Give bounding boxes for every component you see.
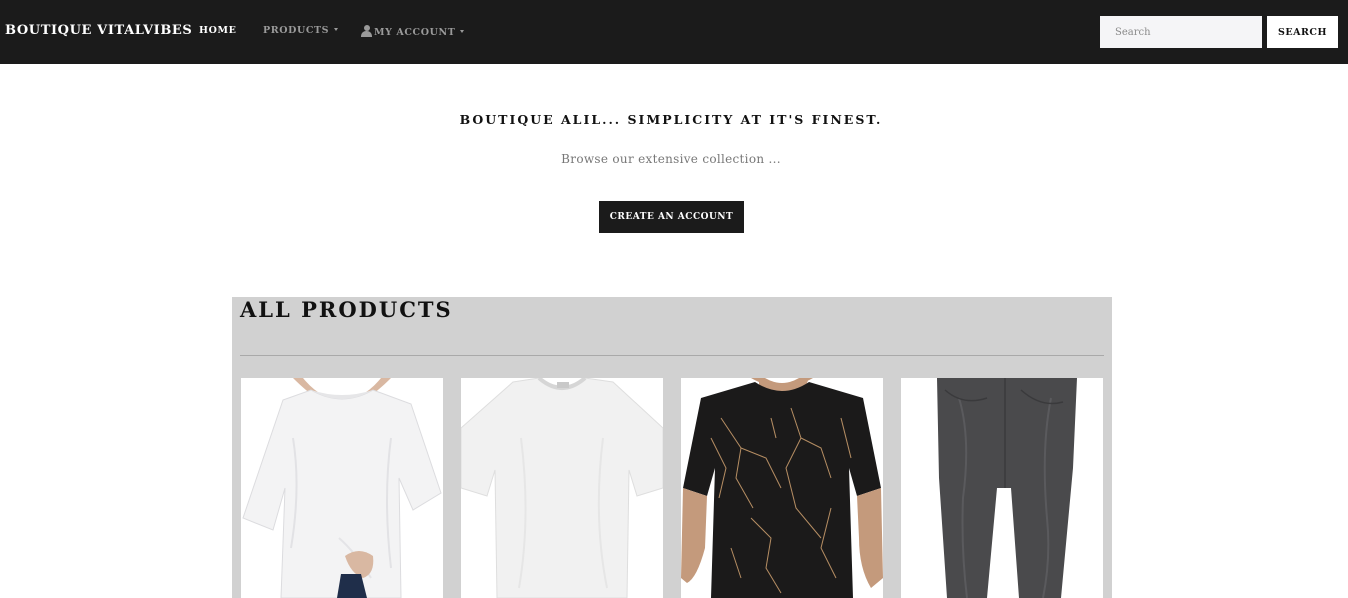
nav-home-link[interactable]: HOME [199,25,236,36]
hero-title: BOUTIQUE ALIL... SIMPLICITY AT IT'S FINE… [459,112,883,127]
brand-logo-link[interactable]: BOUTIQUE VITALVIBES [5,23,192,38]
product-card-white-oversized-tshirt[interactable] [241,378,443,598]
nav-products-dropdown[interactable]: PRODUCTS [263,25,339,36]
search-input[interactable] [1100,16,1262,48]
product-image [461,378,663,598]
caret-down-icon [334,28,339,31]
top-navbar: BOUTIQUE VITALVIBES HOME PRODUCTS MY ACC… [0,0,1348,64]
caret-down-icon [460,30,465,33]
create-account-button[interactable]: CREATE AN ACCOUNT [599,201,744,233]
search-button[interactable]: SEARCH [1267,16,1338,48]
product-image [681,378,883,598]
hero-subtitle: Browse our extensive collection ... [561,152,781,166]
nav-products-label: PRODUCTS [263,25,330,36]
nav-my-account-dropdown[interactable]: MY ACCOUNT [361,25,465,38]
product-card-black-print-tshirt[interactable] [681,378,883,598]
product-image [241,378,443,598]
product-image [901,378,1103,598]
all-products-heading: ALL PRODUCTS [240,297,453,322]
user-icon [361,25,372,37]
product-card-charcoal-pants[interactable] [901,378,1103,598]
divider [240,355,1104,356]
product-card-white-crew-tshirt[interactable] [461,378,663,598]
nav-my-account-label: MY ACCOUNT [374,27,456,38]
all-products-section: ALL PRODUCTS [232,297,1112,598]
